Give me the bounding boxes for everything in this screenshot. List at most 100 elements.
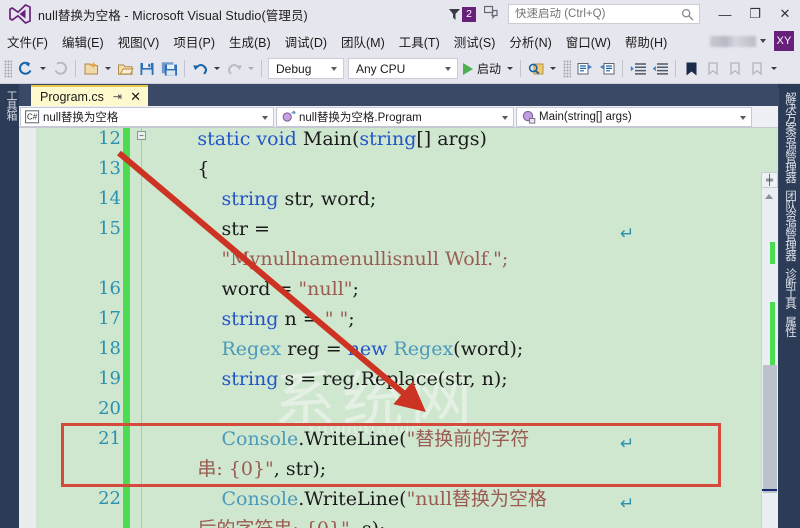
vertical-tab-solution-explorer[interactable]: 解决方案资源管理器 — [778, 88, 800, 186]
code-token: "替换前的字符 — [406, 428, 530, 450]
vertical-tab-properties[interactable]: 属性 — [778, 312, 800, 340]
left-tool-dock: 工具箱 — [0, 84, 19, 528]
quick-launch-input[interactable] — [515, 8, 680, 20]
code-token: " " — [324, 308, 349, 330]
close-button[interactable]: ✕ — [770, 0, 800, 28]
code-token: n = — [278, 308, 325, 330]
start-debugging-button[interactable]: 启动 — [460, 57, 504, 81]
comment-selection-icon[interactable] — [574, 57, 596, 81]
menu-help[interactable]: 帮助(H) — [618, 29, 674, 54]
code-editor-surface[interactable]: − 12 13 14 15 16 17 18 19 20 21 22 系统网 x… — [19, 128, 778, 528]
visual-studio-window: null替换为空格 - Microsoft Visual Studio(管理员)… — [0, 0, 800, 528]
close-icon[interactable]: ✕ — [130, 90, 141, 103]
start-debugging-label: 启动 — [477, 62, 502, 76]
vertical-tab-team-explorer[interactable]: 团队资源管理器 — [778, 186, 800, 264]
scrollbar-caret-marker — [762, 489, 777, 491]
line-number: 16 — [98, 278, 121, 299]
code-token: "null替换为空格 — [406, 488, 547, 510]
scrollbar-thumb[interactable] — [763, 365, 777, 493]
previous-bookmark-icon[interactable] — [724, 57, 746, 81]
vertical-tab-diagnostic-tools[interactable]: 诊断工具 — [778, 264, 800, 312]
code-token: new — [347, 338, 388, 360]
uncomment-selection-icon[interactable] — [596, 57, 618, 81]
code-text-layer[interactable]: static void Main(string[] args) { string… — [149, 128, 739, 528]
menu-edit[interactable]: 编辑(E) — [55, 29, 111, 54]
clear-bookmarks-icon[interactable] — [746, 57, 768, 81]
solution-configuration-value: Debug — [276, 61, 312, 76]
notification-bell[interactable]: 2 — [448, 6, 476, 22]
navbar-project-value: null替换为空格 — [43, 111, 119, 124]
redo-icon[interactable] — [223, 57, 245, 81]
navigate-backward-icon[interactable] — [15, 57, 37, 81]
svg-text:C#: C# — [27, 112, 38, 121]
menu-file[interactable]: 文件(F) — [0, 29, 55, 54]
maximize-button[interactable]: ❐ — [740, 0, 770, 28]
navbar-member-combo[interactable]: Main(string[] args) — [516, 106, 752, 127]
line-number: 17 — [98, 308, 121, 329]
find-in-files-icon[interactable] — [525, 57, 547, 81]
menu-tools[interactable]: 工具(T) — [392, 29, 447, 54]
toolbar-separator — [75, 60, 76, 77]
undo-dropdown[interactable] — [214, 67, 220, 70]
editor-splitter-button[interactable]: ╪ — [761, 172, 778, 188]
code-token: string — [221, 188, 279, 210]
chevron-down-icon[interactable] — [760, 39, 766, 43]
csharp-project-icon: C# — [25, 109, 40, 123]
bookmark-icon[interactable] — [680, 57, 702, 81]
code-token: , s); — [350, 518, 386, 528]
decrease-indent-icon[interactable] — [649, 57, 671, 81]
vertical-tab-toolbox[interactable]: 工具箱 — [0, 84, 21, 126]
back-history-dropdown[interactable] — [40, 67, 46, 70]
start-debugging-dropdown[interactable] — [507, 67, 514, 70]
minimize-button[interactable]: — — [710, 0, 740, 28]
new-project-dropdown[interactable] — [105, 67, 111, 70]
send-feedback-icon[interactable] — [483, 5, 499, 24]
menu-project[interactable]: 项目(P) — [166, 29, 222, 54]
solution-platform-combo[interactable]: Any CPU — [348, 58, 458, 79]
account-area: XY — [710, 31, 800, 51]
code-row: { — [149, 160, 209, 179]
code-token: Main( — [302, 128, 360, 150]
code-row: static void Main(string[] args) — [149, 130, 487, 149]
editor-vertical-scrollbar[interactable] — [761, 172, 778, 528]
menu-build[interactable]: 生成(B) — [222, 29, 278, 54]
menu-test[interactable]: 测试(S) — [447, 29, 503, 54]
code-token: string — [221, 368, 279, 390]
title-bar-right: 2 — ❐ ✕ — [448, 0, 800, 28]
pin-icon[interactable]: ⇥ — [113, 90, 122, 103]
navigate-forward-icon[interactable] — [49, 57, 71, 81]
toolbar-overflow-icon[interactable] — [771, 67, 778, 70]
navbar-type-combo[interactable]: null替换为空格.Program — [276, 106, 514, 127]
menu-team[interactable]: 团队(M) — [334, 29, 392, 54]
navbar-project-combo[interactable]: C# null替换为空格 — [20, 106, 274, 127]
save-all-icon[interactable] — [158, 57, 180, 81]
menu-view[interactable]: 视图(V) — [111, 29, 167, 54]
next-bookmark-icon[interactable] — [702, 57, 724, 81]
open-file-icon[interactable] — [114, 57, 136, 81]
menu-analyze[interactable]: 分析(N) — [502, 29, 558, 54]
find-dropdown[interactable] — [550, 67, 557, 70]
solution-configuration-combo[interactable]: Debug — [268, 58, 344, 79]
undo-icon[interactable] — [189, 57, 211, 81]
save-icon[interactable] — [136, 57, 158, 81]
indicator-margin[interactable] — [19, 128, 36, 528]
toolbar-separator — [520, 60, 522, 77]
toolbar-grip[interactable] — [563, 59, 572, 78]
increase-indent-icon[interactable] — [627, 57, 649, 81]
avatar[interactable]: XY — [774, 31, 794, 51]
code-token: "Mynullnamenullisnull Wolf."; — [149, 248, 509, 270]
quick-launch-box[interactable] — [508, 4, 700, 24]
code-token: string — [221, 308, 279, 330]
redo-dropdown[interactable] — [248, 67, 254, 70]
new-project-icon[interactable] — [80, 57, 102, 81]
scroll-up-arrow-icon[interactable] — [765, 194, 773, 199]
menu-window[interactable]: 窗口(W) — [559, 29, 618, 54]
menu-debug[interactable]: 调试(D) — [278, 29, 334, 54]
toolbar-grip[interactable] — [4, 59, 12, 78]
document-tab-program-cs[interactable]: Program.cs ⇥ ✕ — [31, 85, 149, 106]
